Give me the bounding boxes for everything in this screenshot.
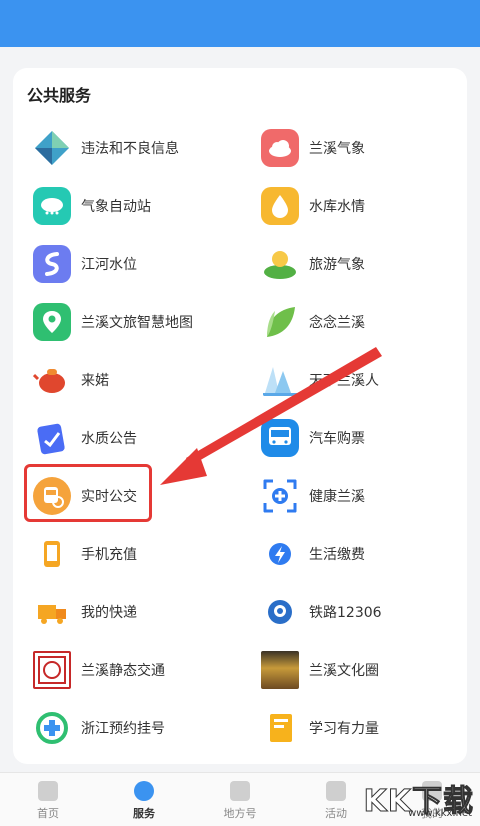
nav-service[interactable]: 服务 [96, 773, 192, 826]
watermark: KK下载 www.kkx.net [360, 776, 480, 822]
document-icon [326, 781, 346, 801]
star-box-icon [230, 781, 250, 801]
watermark-url: www.kkx.net [408, 808, 472, 819]
nav-home[interactable]: 首页 [0, 773, 96, 826]
nav-label: 服务 [133, 807, 155, 820]
pointer-arrow [160, 347, 382, 485]
heart-icon [134, 781, 154, 801]
nav-label: 地方号 [223, 807, 257, 820]
home-icon [38, 781, 58, 801]
nav-label: 活动 [325, 807, 347, 820]
nav-local[interactable]: 地方号 [192, 773, 288, 826]
nav-label: 首页 [37, 807, 59, 820]
